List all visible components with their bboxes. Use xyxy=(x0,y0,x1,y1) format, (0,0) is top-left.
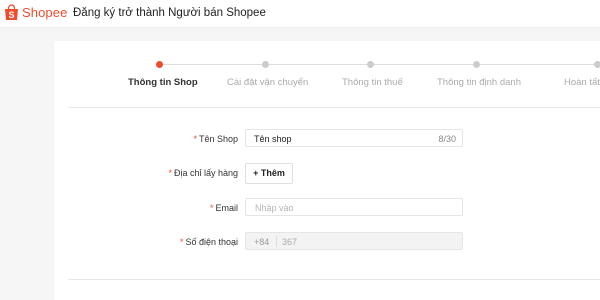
stepper-line xyxy=(163,64,600,65)
stepper-divider xyxy=(68,107,600,108)
email-placeholder: Nhập vào xyxy=(255,203,294,213)
svg-text:S: S xyxy=(8,10,14,20)
step-dot-tax xyxy=(367,61,374,68)
shop-name-label: * Tên Shop xyxy=(193,134,238,144)
shop-name-value: Tên shop xyxy=(254,134,292,144)
step-dot-shop-info xyxy=(156,61,163,68)
top-bar: S Shopee Đăng ký trở thành Người bán Sho… xyxy=(0,0,600,28)
page-title: Đăng ký trở thành Người bán Shopee xyxy=(73,7,266,19)
required-mark: * xyxy=(209,203,214,213)
step-label-tax: Thông tin thuế xyxy=(342,77,403,88)
required-mark: * xyxy=(168,168,172,178)
phone-input[interactable]: +84 367 xyxy=(245,232,463,250)
step-label-complete: Hoàn tất xyxy=(564,77,600,88)
email-input[interactable]: Nhập vào xyxy=(245,198,463,216)
step-label-shipping: Cài đặt vận chuyển xyxy=(227,77,309,88)
phone-value: 367 xyxy=(282,237,298,247)
email-label: * Email xyxy=(209,203,238,213)
logo-text: Shopee xyxy=(22,5,68,20)
required-mark: * xyxy=(179,237,184,247)
required-mark: * xyxy=(193,134,197,144)
add-address-button[interactable]: + Thêm xyxy=(245,163,293,184)
char-counter: 8/30 xyxy=(438,134,456,144)
pickup-address-label: * Địa chỉ lấy hàng xyxy=(168,168,238,178)
shopee-bag-icon: S xyxy=(4,4,19,21)
step-dot-identity xyxy=(473,61,480,68)
step-label-shop-info: Thông tin Shop xyxy=(128,77,198,88)
shopee-logo[interactable]: S Shopee xyxy=(4,4,67,21)
step-dot-complete xyxy=(594,61,600,68)
shop-name-input[interactable]: Tên shop 8/30 xyxy=(245,129,463,147)
form-divider xyxy=(68,279,600,280)
step-dot-shipping xyxy=(262,61,269,68)
step-label-identity: Thông tin định danh xyxy=(437,77,521,88)
prefix-separator xyxy=(276,236,277,247)
phone-label: * Số điện thoại xyxy=(179,237,238,247)
country-code: +84 xyxy=(254,237,270,247)
